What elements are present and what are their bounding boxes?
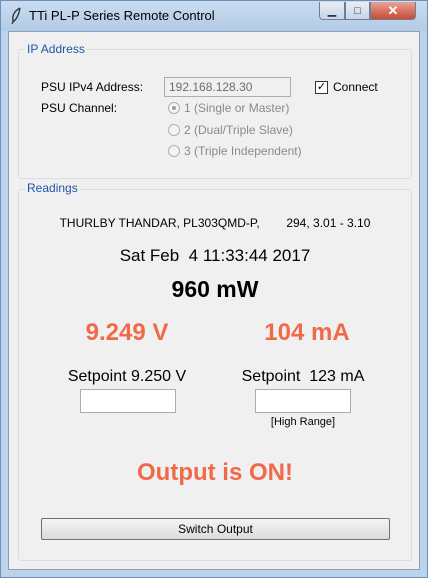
minimize-icon: ▁ <box>327 5 337 17</box>
channel-2-label[interactable]: 2 (Dual/Triple Slave) <box>184 123 293 137</box>
current-setpoint-input[interactable] <box>255 389 351 413</box>
voltage-reading: 9.249 V <box>85 319 169 346</box>
channel-3-radio[interactable] <box>168 145 180 157</box>
channel-2-radio[interactable] <box>168 124 180 136</box>
title-bar[interactable]: TTi PL-P Series Remote Control ▁ □ ✕ <box>1 1 427 31</box>
app-window: TTi PL-P Series Remote Control ▁ □ ✕ IP … <box>0 0 428 578</box>
current-range-label: [High Range] <box>270 416 336 428</box>
close-button[interactable]: ✕ <box>370 2 416 20</box>
maximize-button[interactable]: □ <box>345 2 370 20</box>
current-reading: 104 mA <box>264 319 350 346</box>
window-title: TTi PL-P Series Remote Control <box>29 8 215 23</box>
feather-icon <box>9 7 23 25</box>
channel-1-radio[interactable] <box>168 102 180 114</box>
voltage-setpoint-input[interactable] <box>80 389 176 413</box>
psu-channel-label: PSU Channel: <box>41 101 118 115</box>
connect-checkbox[interactable]: ✓ <box>315 81 328 94</box>
switch-output-button[interactable]: Switch Output <box>41 518 390 540</box>
psu-address-label: PSU IPv4 Address: <box>41 80 144 94</box>
ip-address-legend: IP Address <box>25 42 87 56</box>
current-setpoint-label: Setpoint 123 mA <box>241 368 365 385</box>
minimize-button[interactable]: ▁ <box>319 2 345 20</box>
channel-1-label[interactable]: 1 (Single or Master) <box>184 101 289 115</box>
maximize-icon: □ <box>354 4 361 17</box>
close-icon: ✕ <box>387 2 399 18</box>
output-status: Output is ON! <box>137 459 293 486</box>
client-area: IP Address PSU IPv4 Address: 192.168.128… <box>8 31 420 570</box>
readings-legend: Readings <box>25 181 80 195</box>
connect-label[interactable]: Connect <box>333 80 378 94</box>
voltage-setpoint-label: Setpoint 9.250 V <box>67 368 187 385</box>
power-reading: 960 mW <box>171 276 259 302</box>
channel-3-label[interactable]: 3 (Triple Independent) <box>184 144 302 158</box>
instrument-id: THURLBY THANDAR, PL303QMD-P, 294, 3.01 -… <box>59 216 371 230</box>
ip-address-input[interactable]: 192.168.128.30 <box>164 77 291 97</box>
clock-display: Sat Feb 4 11:33:44 2017 <box>119 246 311 265</box>
